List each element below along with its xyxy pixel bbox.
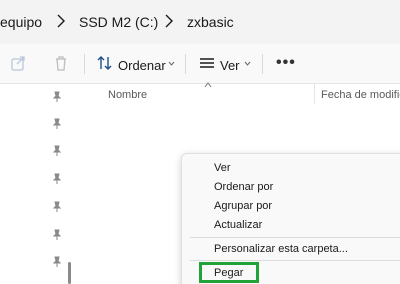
chevron-down-icon — [168, 61, 175, 66]
pin-icon[interactable] — [52, 145, 62, 157]
navigation-pane[interactable] — [0, 84, 76, 284]
pin-icon[interactable] — [52, 256, 62, 268]
menu-separator — [190, 260, 400, 261]
column-header-date[interactable]: Fecha de modific — [321, 89, 400, 101]
view-list-icon — [200, 58, 214, 68]
toolbar-divider — [185, 54, 186, 74]
share-icon[interactable] — [10, 54, 28, 72]
menu-item-customize-folder[interactable]: Personalizar esta carpeta... — [214, 243, 348, 255]
sort-label: Ordenar — [118, 58, 166, 73]
chevron-right-icon — [165, 14, 173, 28]
menu-separator — [190, 237, 400, 238]
menu-item-view[interactable]: Ver — [214, 162, 231, 174]
pin-icon[interactable] — [52, 229, 62, 241]
nav-scrollbar[interactable] — [68, 262, 71, 284]
menu-item-group-by[interactable]: Agrupar por — [214, 200, 272, 212]
column-header-name[interactable]: Nombre — [108, 89, 147, 101]
breadcrumb-item-drive[interactable]: SSD M2 (C:) — [79, 14, 158, 30]
toolbar-divider — [84, 54, 85, 74]
sort-icon — [97, 56, 112, 70]
view-label: Ver — [220, 58, 240, 73]
menu-item-refresh[interactable]: Actualizar — [214, 219, 262, 231]
sort-ascending-icon — [204, 82, 212, 88]
pin-icon[interactable] — [52, 201, 62, 213]
command-bar: Ordenar Ver ••• — [0, 44, 400, 84]
pin-icon[interactable] — [52, 173, 62, 185]
delete-icon[interactable] — [52, 54, 70, 72]
chevron-down-icon — [244, 61, 251, 66]
address-bar[interactable]: equipo SSD M2 (C:) zxbasic — [0, 0, 400, 44]
pin-icon[interactable] — [52, 91, 62, 103]
paste-highlight-box — [199, 262, 259, 283]
breadcrumb-item-equipo[interactable]: equipo — [0, 14, 42, 30]
menu-item-sort-by[interactable]: Ordenar por — [214, 181, 273, 193]
breadcrumb-item-folder[interactable]: zxbasic — [187, 14, 234, 30]
column-divider[interactable] — [314, 84, 315, 104]
more-options-icon[interactable]: ••• — [276, 54, 296, 72]
chevron-right-icon — [57, 14, 65, 28]
pin-icon[interactable] — [52, 118, 62, 130]
toolbar-divider — [262, 54, 263, 74]
